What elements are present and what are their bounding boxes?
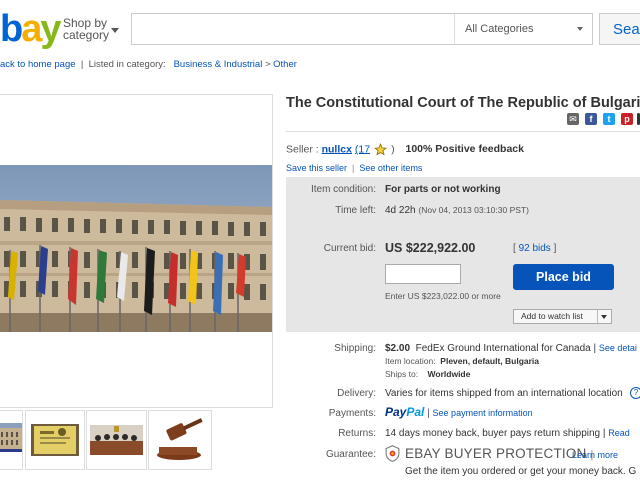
search-input[interactable] [132,14,452,44]
shop-by-category-button[interactable]: Shop by category [63,17,109,41]
star-icon [374,143,388,156]
ships-to-value: Worldwide [427,369,471,379]
time-left-detail: (Nov 04, 2013 03:10:30 PST) [418,205,529,215]
add-to-watch-list-button[interactable]: Add to watch list [513,309,612,324]
bids-bracket-open: [ [513,243,516,254]
category-link-other[interactable]: Other [273,59,297,70]
seller-links: Save this seller | See other items [286,163,422,173]
shipping-label: Shipping: [334,343,376,354]
search-bar: All Categories [131,13,593,45]
thumbnail-courtroom[interactable] [86,410,147,470]
chevron-down-icon[interactable] [111,28,119,33]
payments-label: Payments: [328,408,376,419]
returns-value: 14 days money back, buyer pays return sh… [385,428,606,439]
shop-by-line2: category [63,28,110,42]
item-location-value: Pleven, default, Bulgaria [440,356,540,366]
breadcrumb: ack to home page | Listed in category: B… [0,59,297,70]
search-button[interactable]: Sear [599,13,640,45]
twitter-share-icon[interactable]: t [603,113,615,125]
main-item-photo[interactable] [0,165,272,332]
buyer-protection-label: EBAY BUYER PROTECTION [405,446,587,461]
chevron-down-icon[interactable] [601,315,607,319]
returns-info: 14 days money back, buyer pays return sh… [385,428,630,439]
seller-label: Seller : [286,143,319,156]
see-payment-info-link[interactable]: See payment information [433,408,533,418]
back-to-home-link[interactable]: ack to home page [0,59,76,70]
category-link-business[interactable]: Business & Industrial [174,59,263,70]
payments-separator: | [427,408,430,419]
watch-separator [597,310,598,323]
see-details-link[interactable]: See detai [599,343,637,353]
item-title: The Constitutional Court of The Republic… [286,95,640,111]
payments-info: PayPal | See payment information [385,405,533,419]
save-seller-link[interactable]: Save this seller [286,163,347,173]
seller-info: Seller : nullcx (17) 100% Positive feedb… [286,143,524,156]
bid-count: [ 92 bids ] [513,243,556,254]
links-separator: | [352,163,355,173]
delivery-label: Delivery: [337,388,376,399]
dropdown-caret-icon [577,27,583,31]
seller-feedback-score[interactable]: (17 [355,143,370,155]
seller-score-close: ) [391,143,395,156]
learn-more-link[interactable]: Learn more [572,450,618,460]
item-location-label: Item location: [385,356,436,366]
current-bid-label: Current bid: [323,243,376,254]
listed-in-label: Listed in category: [88,59,166,70]
bid-history-link[interactable]: 92 bids [519,243,551,254]
condition-label: Item condition: [310,184,376,195]
time-left: 4d 22h (Nov 04, 2013 03:10:30 PST) [385,205,529,216]
bids-bracket-close: ] [553,243,557,254]
ships-to: Ships to: Worldwide [385,369,470,379]
see-other-items-link[interactable]: See other items [359,163,422,173]
ebay-logo[interactable]: bay [0,8,62,50]
item-location: Item location: Pleven, default, Bulgaria [385,356,539,366]
pinterest-share-icon[interactable]: p [621,113,633,125]
seller-name-link[interactable]: nullcx [322,143,352,155]
shipping-service: FedEx Ground International for Canada | [415,343,597,354]
facebook-share-icon[interactable]: f [585,113,597,125]
logo-letter-y: y [40,8,61,50]
delivery-value: Varies for items shipped from an interna… [385,388,623,399]
shield-icon [385,445,400,462]
watch-list-label: Add to watch list [521,311,583,321]
thumbnail-building[interactable] [0,410,23,470]
time-left-value: 4d 22h [385,205,416,216]
email-share-icon[interactable]: ✉ [567,113,579,125]
breadcrumb-arrow: > [264,59,271,70]
time-left-label: Time left: [335,205,376,216]
shipping-cost: $2.00 [385,343,411,354]
category-select[interactable]: All Categories [454,14,593,44]
help-icon[interactable]: ? [630,387,640,399]
returns-label: Returns: [338,428,376,439]
condition-value: For parts or not working [385,184,501,195]
paypal-logo: PayPal [385,405,425,419]
buyer-protection-title: EBAY BUYER PROTECTION | [405,446,594,461]
buyer-protection-description: Get the item you ordered or get your mon… [405,466,637,477]
minimum-bid-hint: Enter US $223,022.00 or more [385,291,501,301]
current-bid-price: US $222,922.00 [385,241,476,255]
logo-letter-a: a [21,8,42,50]
breadcrumb-separator: | [80,59,84,70]
guarantee-label: Guarantee: [325,449,376,460]
logo-letter-b: b [0,8,23,50]
thumbnail-gavel[interactable] [148,410,212,470]
read-returns-link[interactable]: Read [608,428,630,438]
ships-to-label: Ships to: [385,369,419,379]
shipping-info: $2.00 FedEx Ground International for Can… [385,343,637,354]
place-bid-button[interactable]: Place bid [513,264,614,290]
thumbnail-document[interactable] [25,410,85,470]
title-divider [286,131,640,132]
category-select-value: All Categories [465,23,534,35]
bid-amount-input[interactable] [385,264,461,284]
positive-feedback: 100% Positive feedback [405,143,524,156]
